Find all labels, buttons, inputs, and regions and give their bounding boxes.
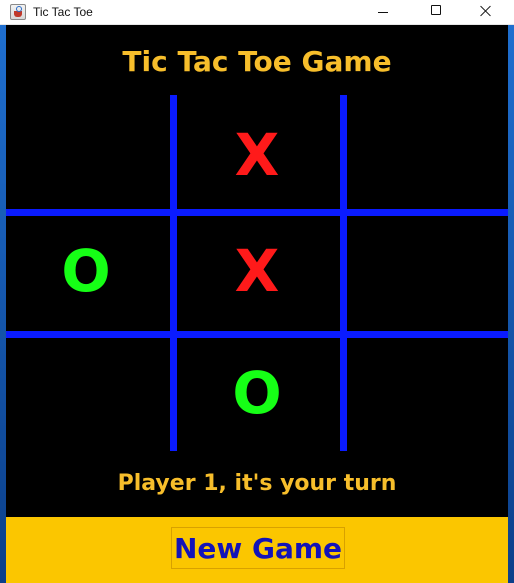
desktop-edge-right <box>508 25 514 583</box>
game-title: Tic Tac Toe Game <box>122 45 392 78</box>
new-game-button[interactable]: New Game <box>171 527 345 569</box>
game-board: X O X O <box>6 95 508 451</box>
board-cell-5[interactable] <box>347 216 507 326</box>
board-cell-1[interactable]: X <box>177 100 337 210</box>
turn-status: Player 1, it's your turn <box>117 471 397 496</box>
new-game-bar: New Game <box>6 517 508 583</box>
board-cell-3[interactable]: O <box>6 216 166 326</box>
grid-line-vertical-2 <box>340 95 347 451</box>
java-cup-icon <box>10 4 26 20</box>
board-cell-6[interactable] <box>6 338 166 448</box>
title-bar[interactable]: Tic Tac Toe <box>0 0 514 25</box>
maximize-button[interactable] <box>431 5 441 15</box>
close-button[interactable] <box>479 4 493 18</box>
board-cell-4[interactable]: X <box>177 216 337 326</box>
game-panel: Tic Tac Toe Game X O X O Player 1, it's … <box>6 25 508 583</box>
board-cell-7[interactable]: O <box>177 338 337 448</box>
grid-line-vertical-1 <box>170 95 177 451</box>
app-window: Tic Tac Toe Tic Tac Toe Game X O X O Pla… <box>0 0 514 583</box>
board-cell-0[interactable] <box>6 100 166 210</box>
grid-line-horizontal-1 <box>6 209 508 216</box>
window-title: Tic Tac Toe <box>33 5 93 19</box>
board-cell-8[interactable] <box>347 338 507 448</box>
grid-line-horizontal-2 <box>6 331 508 338</box>
board-cell-2[interactable] <box>347 100 507 210</box>
